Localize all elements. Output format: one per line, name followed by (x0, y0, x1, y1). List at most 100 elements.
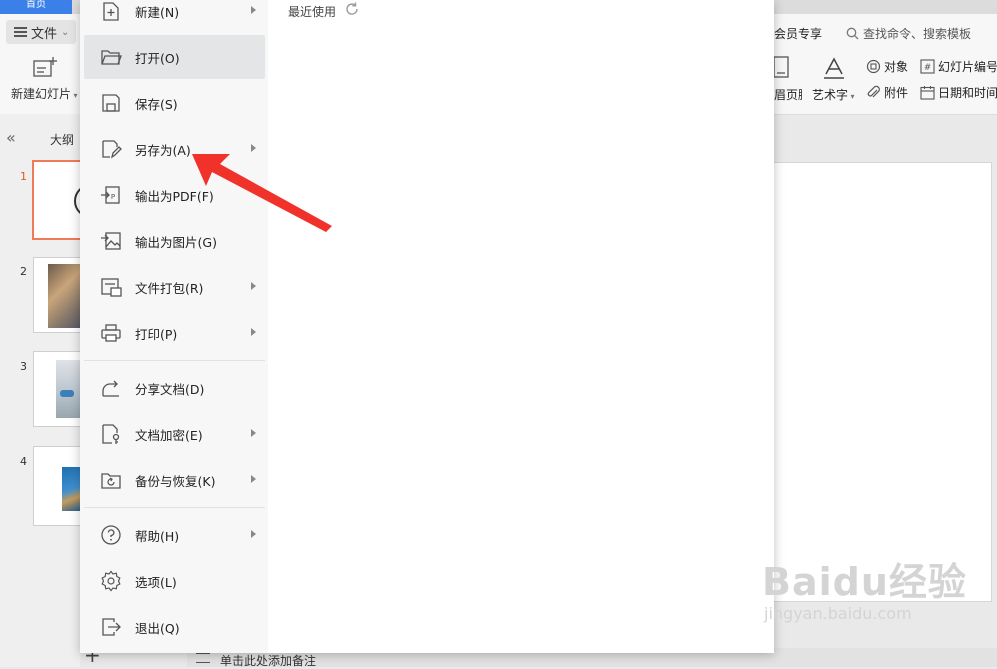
menu-item-label: 文件打包(R) (135, 280, 204, 296)
header-footer-button[interactable]: 页眉页脚 (774, 86, 802, 103)
menu-item-label: 新建(N) (135, 4, 180, 20)
submenu-arrow-icon (251, 530, 256, 538)
share-icon (102, 380, 119, 397)
outline-tab[interactable]: 大纲 (50, 131, 74, 148)
hamburger-icon (14, 27, 27, 37)
art-text-label: 艺术字 (812, 88, 849, 102)
menu-item-export-image[interactable]: 输出为图片(G) (84, 219, 265, 263)
menu-item-label: 帮助(H) (135, 528, 180, 544)
slide-photo (62, 467, 82, 511)
slide-number-button[interactable]: # 幻灯片编号 (920, 58, 997, 75)
slide-number: 1 (20, 170, 27, 183)
art-text-button[interactable]: 艺术字 ▾ (812, 86, 855, 103)
menu-item-label: 保存(S) (135, 96, 178, 112)
search-command-input[interactable]: 查找命令、搜索模板 (846, 25, 971, 42)
slide-canvas[interactable] (770, 162, 992, 602)
menu-divider (84, 507, 265, 508)
menu-item-label: 退出(Q) (135, 620, 180, 636)
menu-item-label: 文档加密(E) (135, 427, 203, 443)
slide-number: 3 (20, 360, 27, 373)
menu-item-package[interactable]: 文件打包(R) (84, 265, 265, 309)
svg-text:P: P (111, 193, 115, 201)
chevron-down-icon: ⌄ (61, 26, 70, 38)
paperclip-icon (867, 85, 880, 98)
notes-icon (196, 653, 210, 663)
menu-item-open[interactable]: 打开(O) (84, 35, 265, 79)
collapse-panel-icon[interactable]: « (6, 128, 16, 147)
header-footer-icon[interactable] (773, 56, 789, 78)
menu-item-print[interactable]: 打印(P) (84, 311, 265, 355)
menu-item-exit[interactable]: 退出(Q) (84, 605, 265, 649)
file-menu-label: 文件 (31, 26, 58, 42)
hash-icon: # (920, 59, 935, 74)
menu-item-backup[interactable]: 备份与恢复(K) (84, 458, 265, 502)
submenu-arrow-icon (251, 429, 256, 437)
menu-item-label: 选项(L) (135, 574, 177, 590)
menu-item-label: 输出为图片(G) (135, 234, 217, 250)
slide-number-label: 幻灯片编号 (938, 60, 997, 74)
menu-item-options[interactable]: 选项(L) (84, 559, 265, 603)
menu-divider (84, 360, 265, 361)
menu-item-label: 打印(P) (135, 326, 178, 342)
export-pdf-icon: P (101, 186, 120, 204)
menu-item-label: 输出为PDF(F) (135, 188, 214, 204)
help-icon (101, 525, 121, 545)
new-file-icon (103, 2, 119, 21)
menu-item-label: 另存为(A) (135, 142, 191, 158)
menu-item-label: 打开(O) (135, 50, 180, 66)
save-as-icon (102, 140, 122, 159)
encrypt-icon (102, 424, 120, 444)
submenu-arrow-icon (251, 282, 256, 290)
member-exclusive-button[interactable]: 会员专享 (774, 25, 822, 42)
watermark-url: jingyan.baidu.com (764, 604, 912, 623)
folder-open-icon (101, 50, 122, 65)
notes-placeholder[interactable]: 单击此处添加备注 (220, 652, 316, 669)
submenu-arrow-icon (251, 6, 256, 14)
menu-item-label: 备份与恢复(K) (135, 473, 216, 489)
slide-thumbnail[interactable] (32, 160, 108, 240)
date-time-button[interactable]: 日期和时间 (920, 84, 997, 101)
file-menu-button[interactable]: 文件 ⌄ (6, 20, 76, 44)
slide-thumbnail[interactable] (33, 351, 82, 427)
package-icon (101, 278, 122, 297)
object-icon (866, 59, 881, 74)
attachment-button[interactable]: 附件 (866, 84, 908, 101)
menu-item-new[interactable]: 新建(N) (84, 0, 265, 33)
art-text-icon[interactable] (822, 56, 846, 80)
object-label: 对象 (884, 60, 909, 74)
recent-heading: 最近使用 (288, 5, 337, 19)
menu-item-export-pdf[interactable]: P 输出为PDF(F) (84, 173, 265, 217)
new-slide-label: 新建幻灯片 (11, 87, 72, 101)
slide-photo (56, 360, 82, 418)
svg-text:#: # (924, 63, 932, 73)
submenu-arrow-icon (251, 475, 256, 483)
home-tab[interactable]: 首页 (0, 0, 72, 14)
baidu-watermark: Baidu经验 jingyan.baidu.com (762, 560, 967, 623)
menu-item-help[interactable]: 帮助(H) (84, 513, 265, 557)
calendar-icon (920, 86, 935, 100)
slide-photo (48, 264, 82, 328)
print-icon (101, 324, 121, 342)
slide-thumbnail[interactable] (33, 446, 82, 526)
slide-thumbnail[interactable] (33, 257, 82, 333)
refresh-icon[interactable] (344, 1, 360, 17)
new-slide-button[interactable]: 新建幻灯片 ▾ (11, 85, 78, 102)
photo-detail (60, 390, 74, 397)
new-slide-icon[interactable] (32, 56, 58, 80)
object-button[interactable]: 对象 (866, 58, 908, 75)
exit-icon (102, 618, 121, 636)
slide-number: 2 (20, 265, 27, 278)
menu-item-save-as[interactable]: 另存为(A) (84, 127, 265, 171)
export-image-icon (101, 232, 121, 250)
menu-item-share[interactable]: 分享文档(D) (84, 366, 265, 410)
backup-icon (101, 473, 121, 489)
search-icon (846, 27, 859, 40)
date-time-label: 日期和时间 (938, 86, 997, 100)
menu-item-save[interactable]: 保存(S) (84, 81, 265, 125)
slide-number: 4 (20, 455, 27, 468)
menu-item-encrypt[interactable]: 文档加密(E) (84, 412, 265, 456)
header-footer-label: 页眉页脚 (774, 88, 802, 102)
search-placeholder: 查找命令、搜索模板 (863, 27, 972, 41)
attachment-label: 附件 (884, 86, 909, 100)
watermark-brand: Baidu经验 (762, 560, 967, 604)
